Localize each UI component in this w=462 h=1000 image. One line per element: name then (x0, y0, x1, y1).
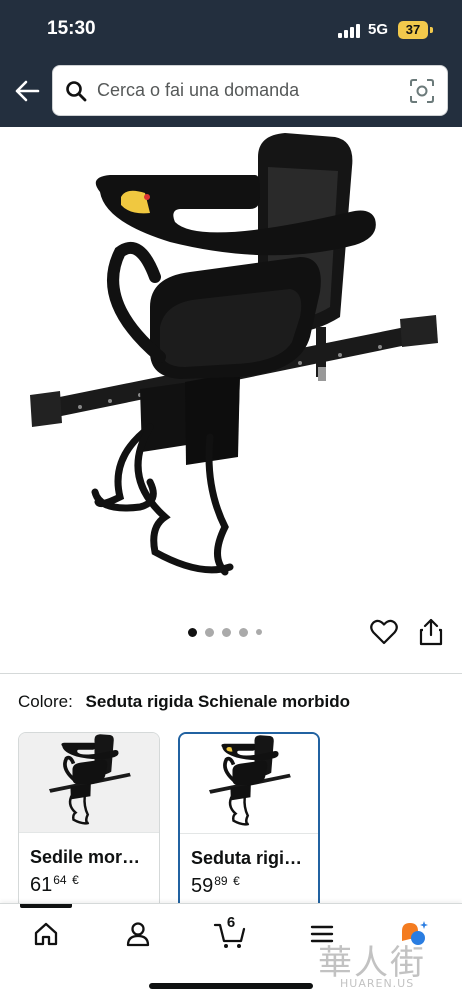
variant-name: Sedile mor… (30, 847, 141, 867)
color-selected-value: Seduta rigida Schienale morbido (85, 692, 351, 711)
gallery-pagination (188, 627, 262, 637)
variant-image (49, 734, 131, 825)
back-arrow-icon (15, 80, 40, 102)
search-input[interactable] (97, 66, 397, 115)
gallery-dot[interactable] (239, 627, 248, 637)
variant-name: Seduta rigi… (191, 848, 303, 868)
nav-home[interactable] (26, 918, 66, 950)
color-label: Colore: (18, 692, 73, 711)
section-divider (0, 673, 462, 674)
status-time: 15:30 (47, 18, 96, 39)
price-fraction: 89 (214, 874, 228, 888)
watermark-en: HUAREN.US (340, 977, 415, 990)
status-bar: 15:30 5G 37 (0, 0, 462, 58)
variant-card-selected[interactable]: Seduta rigi… 5989 € (178, 732, 320, 912)
battery-tip (430, 27, 433, 33)
price-whole: 61 (30, 874, 53, 896)
color-selector: Colore: Seduta rigida Schienale morbido (18, 692, 350, 712)
price-whole: 59 (191, 875, 214, 897)
price-currency: € (72, 873, 79, 887)
active-tab-indicator (20, 904, 72, 908)
home-indicator[interactable] (149, 983, 313, 989)
variant-thumbnail (19, 733, 159, 833)
bike-seat-illustration (30, 133, 438, 576)
search-bar[interactable] (52, 65, 448, 116)
cart-count: 6 (226, 914, 236, 931)
back-button[interactable] (12, 76, 42, 106)
watermark: 華人街 HUAREN.US (314, 935, 454, 995)
account-icon (126, 922, 150, 947)
camera-scan-icon[interactable] (409, 78, 435, 104)
gallery-dot[interactable] (205, 627, 214, 637)
variant-card[interactable]: Sedile mor… 6164 € (18, 732, 160, 912)
battery-icon: 37 (398, 21, 428, 39)
product-image[interactable] (0, 127, 462, 617)
nav-cart[interactable]: 6 (210, 914, 250, 950)
share-icon[interactable] (418, 618, 444, 646)
search-icon (66, 81, 87, 102)
variant-thumbnail (180, 734, 318, 834)
network-type: 5G (368, 21, 389, 38)
gallery-dot[interactable] (188, 627, 197, 637)
variant-price: 5989 € (191, 874, 240, 898)
nav-account[interactable] (118, 918, 158, 950)
variant-image (209, 735, 291, 826)
home-icon (34, 922, 58, 946)
app-header: 15:30 5G 37 (0, 0, 462, 127)
signal-icon (338, 24, 362, 38)
gallery-dot[interactable] (222, 627, 231, 637)
gallery-dot[interactable] (256, 629, 262, 635)
price-fraction: 64 (53, 873, 67, 887)
variant-price: 6164 € (30, 873, 79, 897)
heart-icon[interactable] (370, 619, 398, 645)
price-currency: € (233, 874, 240, 888)
